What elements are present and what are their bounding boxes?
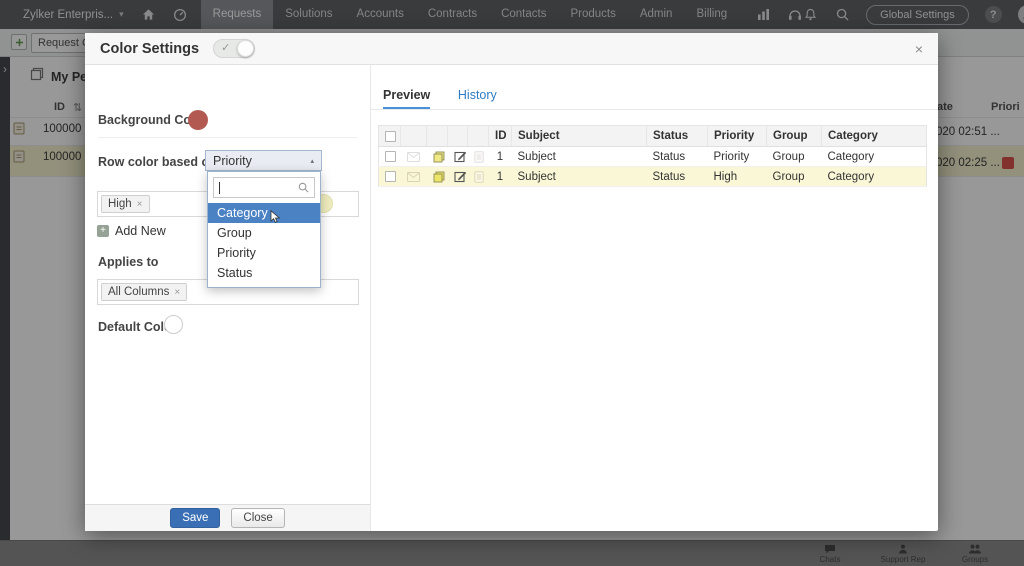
cell-status: Status [647,167,708,187]
applies-to-label: Applies to [98,255,158,269]
cell-group: Group [767,167,822,187]
cell-category: Category [822,167,927,187]
preview-panel: Preview History ID Subject [370,65,938,531]
magnifier-icon [298,182,309,193]
preview-table: ID Subject Status Priority Group Categor… [378,125,927,187]
row-color-select[interactable]: Priority ▴ [205,150,322,171]
row-checkbox[interactable] [385,151,396,162]
preview-row[interactable]: 1 Subject Status Priority Group Category [379,147,927,167]
save-button[interactable]: Save [170,508,220,528]
note-icon [433,151,445,163]
preview-header-row: ID Subject Status Priority Group Categor… [379,126,927,147]
mouse-cursor-icon [270,210,281,223]
row-color-label: Row color based on [98,155,217,169]
col-header-group: Group [767,126,822,147]
cell-subject: Subject [512,147,647,167]
tab-history[interactable]: History [458,88,497,107]
add-new-label: Add New [115,224,166,238]
dropdown-option-category[interactable]: Category [208,203,320,223]
cell-category: Category [822,147,927,167]
cell-group: Group [767,147,822,167]
value-chip-high[interactable]: High × [101,195,150,213]
document-icon [474,171,484,183]
select-value: Priority [213,154,252,168]
add-new-button[interactable]: + Add New [97,224,166,238]
background-color-swatch[interactable] [188,110,208,130]
color-settings-toggle[interactable]: ✓ [213,39,255,58]
select-all-checkbox[interactable] [385,131,396,142]
dialog-title: Color Settings [100,41,199,57]
chip-label: All Columns [108,286,169,298]
dialog-header: Color Settings ✓ × [85,33,938,65]
chip-remove-icon[interactable]: × [137,199,143,210]
col-header-status: Status [647,126,708,147]
col-header-subject: Subject [512,126,647,147]
option-label: Category [217,206,268,220]
plus-icon: + [97,225,109,237]
col-header-category: Category [822,126,927,147]
icon-column-header [401,126,427,147]
color-settings-dialog: Color Settings ✓ × Background Color Row … [85,33,938,531]
toggle-knob[interactable] [237,40,254,57]
dialog-footer: Save Close [85,504,370,531]
email-icon [407,172,420,182]
icon-column-header [427,126,448,147]
cell-subject: Subject [512,167,647,187]
check-icon: ✓ [221,41,230,54]
col-header-id: ID [489,126,512,147]
text-cursor [219,182,220,194]
preview-row-highlighted[interactable]: 1 Subject Status High Group Category [379,167,927,187]
cell-priority: High [708,167,767,187]
tab-preview[interactable]: Preview [383,88,430,109]
note-icon [433,171,445,183]
email-icon [407,152,420,162]
cell-priority: Priority [708,147,767,167]
chip-remove-icon[interactable]: × [174,287,180,298]
icon-column-header [448,126,468,147]
cell-id: 1 [489,167,512,187]
icon-column-header [468,126,489,147]
dropdown-option-group[interactable]: Group [208,223,320,243]
chip-label: High [108,198,132,210]
select-dropdown: Category Group Priority Status [207,171,321,288]
col-header-priority: Priority [708,126,767,147]
value-chip-all-columns[interactable]: All Columns × [101,283,187,301]
document-icon [474,151,484,163]
edit-icon[interactable] [454,150,467,163]
edit-icon[interactable] [454,170,467,183]
dropdown-option-status[interactable]: Status [208,263,320,283]
dropdown-option-priority[interactable]: Priority [208,243,320,263]
section-divider [98,137,357,138]
cell-id: 1 [489,147,512,167]
default-color-swatch[interactable] [164,315,183,334]
screen: Zylker Enterpris... ▾ Requests Solutions… [0,0,1024,566]
cell-status: Status [647,147,708,167]
caret-up-icon: ▴ [310,157,314,165]
row-checkbox[interactable] [385,171,396,182]
close-button[interactable]: Close [231,508,284,528]
tab-bar: Preview History [371,87,938,110]
dropdown-search-input[interactable] [213,177,315,198]
close-icon[interactable]: × [915,41,923,57]
settings-panel: Background Color Row color based on High… [85,65,370,531]
